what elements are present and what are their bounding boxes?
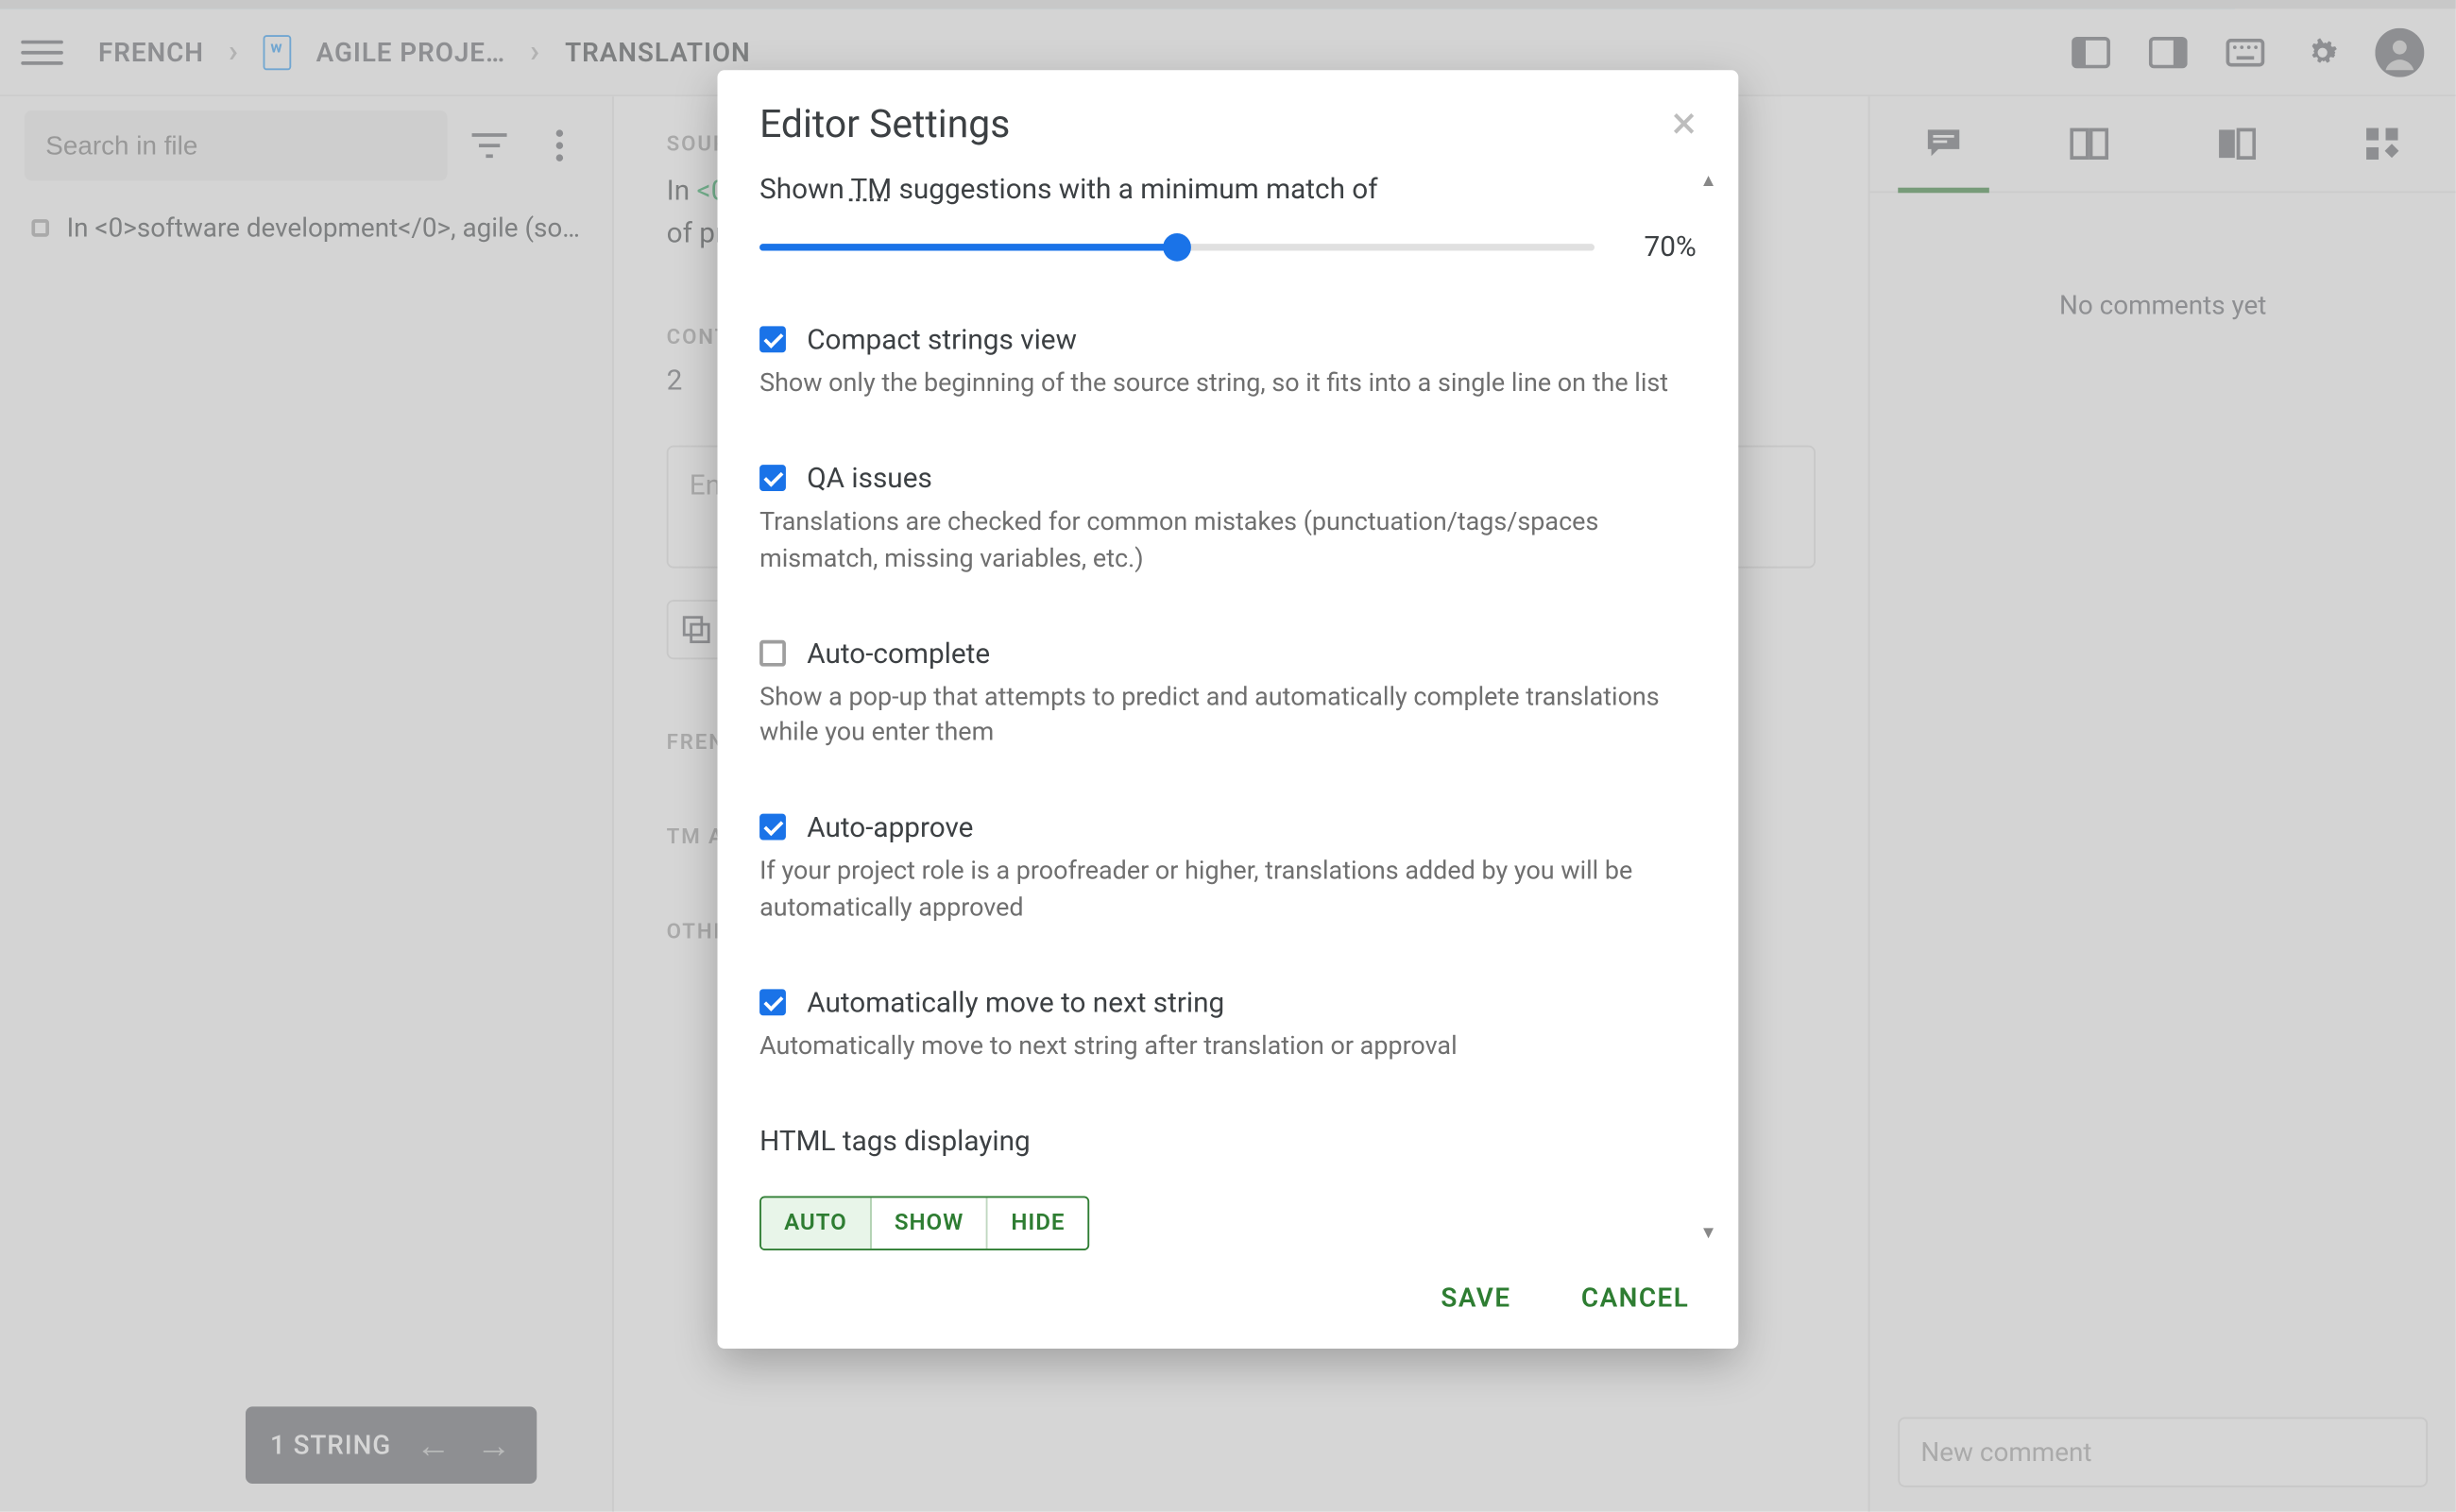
segment-auto[interactable]: AUTO (761, 1198, 872, 1249)
auto-complete-checkbox[interactable] (759, 640, 786, 667)
save-button[interactable]: SAVE (1441, 1283, 1510, 1314)
checkbox-description: Automatically move to next string after … (759, 1029, 1697, 1065)
checkbox-label: Auto-complete (807, 637, 990, 670)
auto-move-checkbox[interactable] (759, 989, 786, 1015)
checkbox-description: Show only the beginning of the source st… (759, 366, 1697, 402)
cancel-button[interactable]: CANCEL (1581, 1283, 1689, 1314)
modal-overlay: Editor Settings × Shown TM suggestions w… (0, 0, 2456, 1512)
checkbox-description: Translations are checked for common mist… (759, 505, 1697, 576)
checkbox-description: If your project role is a proofreader or… (759, 855, 1697, 926)
checkbox-label: Automatically move to next string (807, 986, 1224, 1019)
checkbox-description: Show a pop-up that attempts to predict a… (759, 680, 1697, 751)
checkbox-label: Compact strings view (807, 323, 1077, 356)
qa-issues-checkbox[interactable] (759, 466, 786, 492)
modal-title: Editor Settings (759, 103, 1010, 146)
checkbox-label: QA issues (807, 462, 932, 495)
slider-thumb[interactable] (1163, 232, 1191, 261)
scroll-down-icon[interactable]: ▼ (1699, 1225, 1724, 1244)
tm-match-value: 70% (1626, 229, 1696, 263)
auto-approve-checkbox[interactable] (759, 815, 786, 841)
html-tags-segment: AUTO SHOW HIDE (759, 1197, 1089, 1251)
scroll-up-icon[interactable]: ▲ (1699, 172, 1724, 191)
segment-show[interactable]: SHOW (872, 1198, 989, 1249)
tm-match-slider[interactable] (759, 243, 1595, 249)
checkbox-label: Auto-approve (807, 811, 973, 844)
close-icon[interactable]: × (1672, 102, 1697, 147)
segment-hide[interactable]: HIDE (988, 1198, 1087, 1249)
html-tags-label: HTML tags displaying (759, 1125, 1697, 1158)
compact-strings-checkbox[interactable] (759, 326, 786, 352)
tm-match-label: Shown TM suggestions with a minimum matc… (759, 172, 1697, 205)
editor-settings-modal: Editor Settings × Shown TM suggestions w… (718, 70, 1739, 1349)
